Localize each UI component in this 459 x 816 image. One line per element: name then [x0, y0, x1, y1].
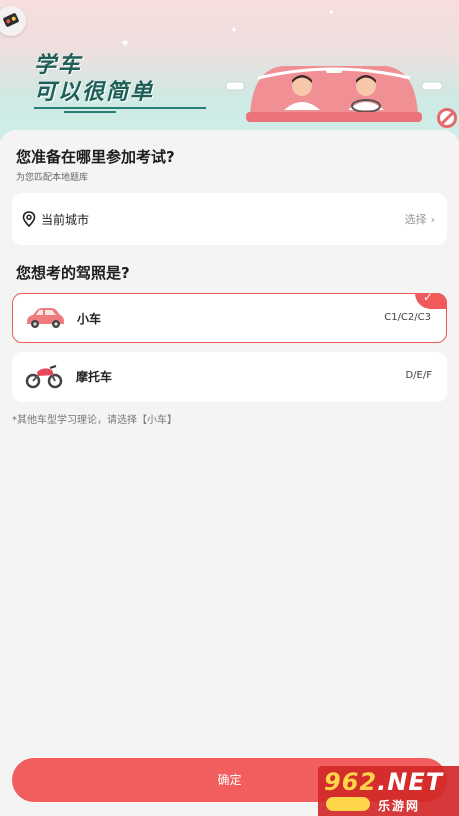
slogan-line-1: 学车: [34, 53, 83, 78]
header-banner: ✦ ✦ ✦ 学车 可以很简单: [0, 0, 459, 140]
license-name: 摩托车: [76, 370, 113, 384]
license-option-car[interactable]: 小车 C1/C2/C3 ✓: [12, 293, 447, 343]
traffic-light-icon: [0, 6, 26, 36]
location-pin-icon: [22, 211, 36, 227]
sparkle-icon: ✦: [120, 36, 131, 50]
site-watermark: 962.NET 乐游网: [318, 766, 459, 816]
license-question-title: 您想考的驾照是?: [16, 264, 130, 282]
city-question-title: 您准备在哪里参加考试?: [16, 148, 175, 166]
slogan-underline: [34, 107, 206, 109]
city-selector[interactable]: 当前城市 选择 ›: [12, 193, 447, 245]
slogan-underline: [64, 111, 116, 113]
license-types: C1/C2/C3: [384, 312, 431, 323]
watermark-number: 962: [324, 768, 378, 796]
current-city-label: 当前城市: [41, 213, 90, 227]
chevron-right-icon: ›: [430, 213, 435, 226]
license-note: *其他车型学习理论，请选择【小车】: [12, 415, 177, 426]
watermark-mark: [326, 797, 370, 811]
no-entry-icon: [437, 108, 457, 128]
motorcycle-icon: [25, 365, 63, 389]
city-question-subtitle: 为您匹配本地题库: [16, 173, 89, 183]
license-option-motorcycle[interactable]: 摩托车 D/E/F: [12, 352, 447, 402]
watermark-suffix: .NET: [377, 768, 444, 796]
car-driving-illustration: [225, 66, 443, 122]
watermark-logo: 962.NET: [324, 768, 443, 796]
sparkle-icon: ✦: [328, 8, 335, 17]
license-types: D/E/F: [405, 370, 432, 381]
select-label: 选择: [404, 213, 427, 226]
license-name: 小车: [77, 312, 102, 326]
form-sheet: 您准备在哪里参加考试? 为您匹配本地题库 当前城市 选择 › 您想考的驾照是? 小…: [0, 130, 459, 816]
selected-check-icon: ✓: [415, 293, 447, 309]
watermark-site: 乐游网: [378, 799, 421, 813]
banner-slogan: 学车 可以很简单: [34, 52, 154, 106]
slogan-line-2: 可以很简单: [34, 80, 155, 105]
sparkle-icon: ✦: [230, 26, 238, 36]
select-city-action[interactable]: 选择 ›: [405, 211, 435, 227]
car-icon: [27, 308, 64, 328]
